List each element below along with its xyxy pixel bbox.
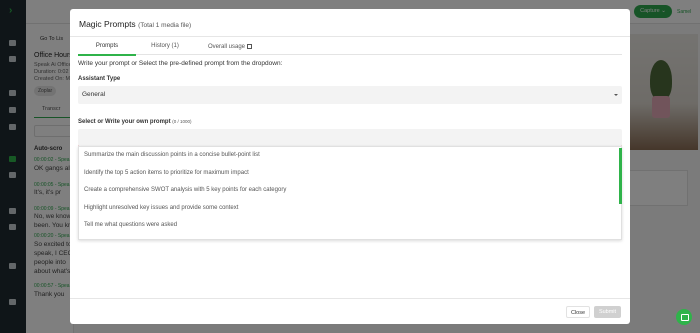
prompt-label-text: Select or Write your own prompt: [78, 119, 171, 125]
prompt-option[interactable]: Summarize the main discussion points in …: [84, 152, 260, 158]
external-link-icon: [247, 43, 253, 49]
assistant-type-value: General: [82, 91, 106, 98]
modal-footer-divider: [70, 298, 630, 299]
prompt-option[interactable]: Tell me what questions were asked: [84, 222, 177, 228]
modal-title: Magic Prompts (Total 1 media file): [79, 19, 191, 29]
instruction-text: Write your prompt or Select the pre-defi…: [78, 60, 283, 67]
prompt-label: Select or Write your own prompt (0 / 100…: [78, 119, 192, 125]
chat-support-icon[interactable]: [676, 309, 692, 325]
tab-overall-usage[interactable]: Overall usage: [198, 43, 262, 50]
modal-header: Magic Prompts (Total 1 media file): [70, 9, 630, 37]
prompt-dropdown: Summarize the main discussion points in …: [78, 146, 622, 240]
dropdown-scrollbar[interactable]: [619, 148, 622, 204]
tab-history[interactable]: History (1): [136, 43, 194, 49]
submit-button[interactable]: Submit: [594, 306, 621, 318]
modal-subtitle: (Total 1 media file): [138, 22, 192, 29]
modal-title-text: Magic Prompts: [79, 19, 136, 29]
modal-tabs: Prompts History (1) Overall usage: [78, 39, 622, 56]
tab-prompts[interactable]: Prompts: [78, 43, 136, 49]
active-tab-indicator: [78, 54, 136, 56]
prompt-input[interactable]: [78, 129, 622, 147]
prompt-option[interactable]: Create a comprehensive SWOT analysis wit…: [84, 187, 286, 193]
magic-prompts-modal: Magic Prompts (Total 1 media file) Promp…: [70, 9, 630, 324]
tab-overall-usage-label: Overall usage: [207, 44, 246, 50]
prompt-option[interactable]: Identify the top 5 action items to prior…: [84, 170, 249, 176]
chevron-down-icon: [614, 94, 618, 96]
prompt-char-counter: (0 / 1000): [172, 119, 192, 124]
assistant-type-label: Assistant Type: [78, 76, 121, 82]
assistant-type-select[interactable]: General: [78, 86, 622, 104]
prompt-option[interactable]: Highlight unresolved key issues and prov…: [84, 205, 238, 211]
close-button[interactable]: Close: [566, 306, 590, 318]
